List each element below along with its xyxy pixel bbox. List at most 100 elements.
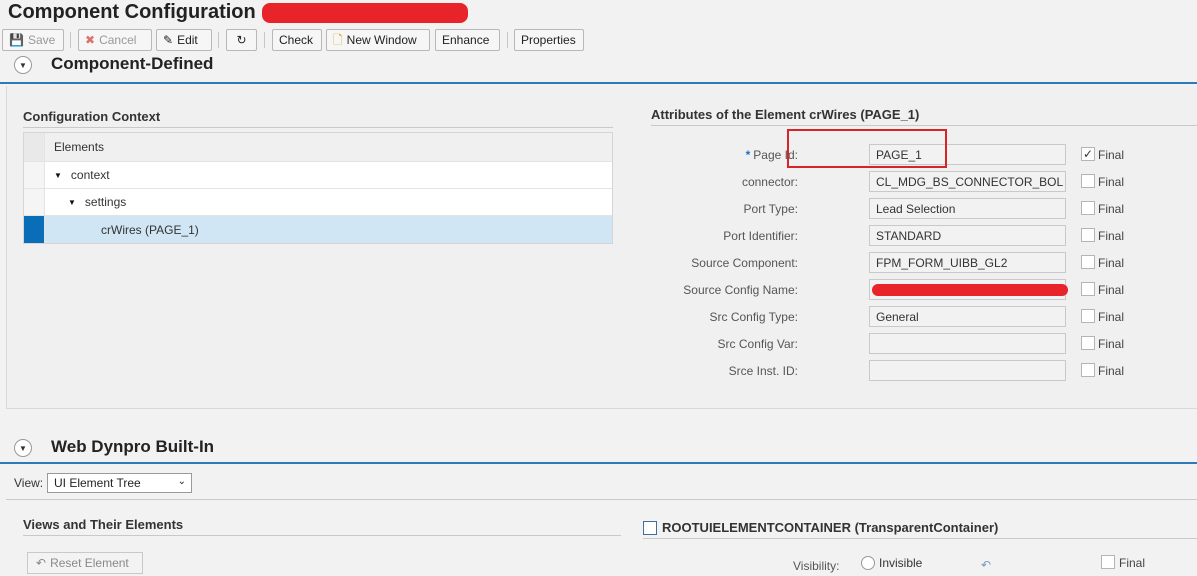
annotation-highlight-box [787, 129, 947, 168]
view-dropdown-value: UI Element Tree [54, 476, 141, 490]
toolbar-separator [507, 32, 508, 48]
divider [643, 538, 1197, 539]
enhance-button[interactable]: Enhance [435, 29, 500, 51]
divider [23, 535, 621, 536]
final-checkbox[interactable] [1081, 309, 1095, 323]
final-label: Final [1098, 148, 1125, 162]
tree-header-row: Elements [24, 133, 612, 162]
attribute-row-srce-inst-id: Srce Inst. ID: Final [650, 360, 1170, 382]
tree-row-settings[interactable]: ▼ settings [24, 189, 612, 216]
final-label: Final [1098, 310, 1125, 324]
toolbar-separator [218, 32, 219, 48]
enhance-label: Enhance [442, 33, 490, 47]
final-checkbox[interactable] [1081, 174, 1095, 188]
row-selector [24, 133, 45, 161]
expand-triangle-icon[interactable]: ▼ [68, 198, 76, 207]
attribute-row-connector: connector: CL_MDG_BS_CONNECTOR_BOL Final [650, 171, 1170, 193]
collapse-icon[interactable]: ▼ [14, 439, 32, 457]
save-label: Save [27, 33, 56, 47]
reset-icon: ↶ [36, 556, 47, 570]
final-checkbox[interactable] [1081, 363, 1095, 377]
source-component-field[interactable]: FPM_FORM_UIBB_GL2 [869, 252, 1066, 273]
row-selector[interactable] [24, 216, 45, 243]
tree-row-crwires[interactable]: crWires (PAGE_1) [24, 216, 612, 243]
page-title: Component Configuration [8, 1, 256, 23]
save-icon: 💾 [9, 33, 24, 47]
redaction-mark [872, 284, 1068, 296]
attributes-title: Attributes of the Element crWires (PAGE_… [651, 107, 920, 122]
required-marker: * [745, 148, 751, 162]
divider [23, 127, 613, 128]
port-identifier-field[interactable]: STANDARD [869, 225, 1066, 246]
attribute-row-source-component: Source Component: FPM_FORM_UIBB_GL2 Fina… [650, 252, 1170, 274]
reset-element-button[interactable]: ↶ Reset Element [27, 552, 143, 574]
connector-field[interactable]: CL_MDG_BS_CONNECTOR_BOL [869, 171, 1066, 192]
web-dynpro-title: Web Dynpro Built-In [51, 437, 215, 456]
new-window-label: New Window [346, 33, 417, 47]
final-label: Final [1098, 283, 1125, 297]
final-checkbox[interactable] [1081, 201, 1095, 215]
elements-tree: Elements ▼ context ▼ settings crWires (P… [23, 132, 613, 244]
final-checkbox[interactable] [1081, 228, 1095, 242]
reset-element-label: Reset Element [50, 556, 129, 570]
final-label: Final [1098, 202, 1125, 216]
chevron-down-icon: ⌄ [177, 476, 186, 487]
src-config-type-field[interactable]: General [869, 306, 1066, 327]
row-selector[interactable] [24, 162, 45, 188]
port-type-field[interactable]: Lead Selection [869, 198, 1066, 219]
final-checkbox[interactable] [1081, 336, 1095, 350]
new-window-button[interactable]: 🗋 New Window [326, 29, 430, 51]
final-checkbox[interactable]: ✓ [1081, 147, 1095, 161]
views-elements-title: Views and Their Elements [23, 517, 184, 532]
redaction-mark [262, 3, 468, 23]
toolbar-separator [70, 32, 71, 48]
reset-icon[interactable]: ↶ [981, 558, 991, 572]
final-label: Final [1098, 364, 1125, 378]
component-defined-header: ▼ Component-Defined [0, 54, 1197, 84]
attribute-label: Srce Inst. ID: [728, 364, 798, 378]
final-checkbox[interactable] [1101, 555, 1115, 569]
title-bar: Component Configuration [0, 0, 1197, 28]
new-window-icon: 🗋 [333, 33, 343, 47]
attribute-row-src-config-var: Src Config Var: Final [650, 333, 1170, 355]
attribute-label: Source Config Name: [683, 283, 798, 297]
final-label: Final [1098, 337, 1125, 351]
srce-inst-id-field[interactable] [869, 360, 1066, 381]
invisible-radio[interactable] [861, 556, 875, 570]
cancel-label: Cancel [99, 33, 137, 47]
view-dropdown[interactable]: UI Element Tree ⌄ [47, 473, 192, 493]
edit-button[interactable]: ✎ Edit [156, 29, 212, 51]
attribute-label: Src Config Var: [717, 337, 798, 351]
row-selector[interactable] [24, 189, 45, 215]
attribute-label: Src Config Type: [709, 310, 799, 324]
tree-row-label: crWires (PAGE_1) [101, 222, 199, 237]
final-label: Final [1098, 229, 1125, 243]
cancel-button[interactable]: ✖ Cancel [78, 29, 152, 51]
save-button[interactable]: 💾 Save [2, 29, 64, 51]
final-checkbox[interactable] [1081, 255, 1095, 269]
final-checkbox[interactable] [1081, 282, 1095, 296]
src-config-var-field[interactable] [869, 333, 1066, 354]
attribute-row-port-type: Port Type: Lead Selection Final [650, 198, 1170, 220]
attribute-label: connector: [741, 175, 798, 189]
toolbar: 💾 Save ✖ Cancel ✎ Edit ↻ Check 🗋 New Window … [0, 28, 1197, 54]
final-label: Final [1098, 256, 1125, 270]
check-button[interactable]: Check [272, 29, 322, 51]
collapse-icon[interactable]: ▼ [14, 56, 32, 74]
attribute-label: Port Type: [743, 202, 798, 216]
attribute-label: Source Component: [691, 256, 798, 270]
divider [6, 499, 1197, 500]
root-container-title: ROOTUIELEMENTCONTAINER (TransparentConta… [662, 520, 999, 535]
final-label: Final [1098, 175, 1125, 189]
pencil-icon: ✎ [163, 33, 174, 47]
attribute-label: Port Identifier: [723, 229, 798, 243]
web-dynpro-header: ▼ Web Dynpro Built-In [0, 434, 1197, 464]
divider [651, 125, 1197, 126]
expand-triangle-icon[interactable]: ▼ [54, 171, 62, 180]
configuration-context-title: Configuration Context [23, 109, 161, 124]
invisible-label: Invisible [879, 556, 923, 570]
tree-row-context[interactable]: ▼ context [24, 162, 612, 189]
properties-button[interactable]: Properties [514, 29, 584, 51]
refresh-button[interactable]: ↻ [226, 29, 257, 51]
container-checkbox[interactable] [643, 521, 657, 535]
